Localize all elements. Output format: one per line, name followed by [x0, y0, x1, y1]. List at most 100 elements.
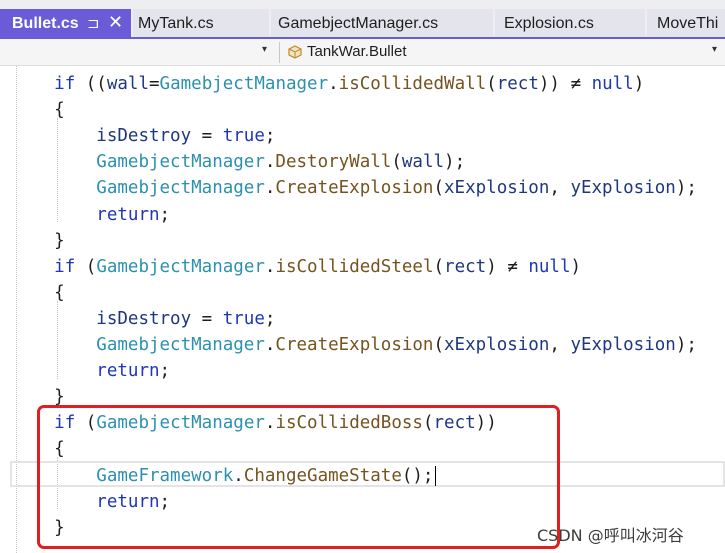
code-token: return	[96, 204, 160, 225]
highlight-annotation-box	[37, 405, 560, 549]
tab-label: MoveThi	[657, 15, 719, 32]
code-token: (	[75, 256, 97, 277]
code-token: ) ≠	[486, 256, 529, 277]
code-line: }	[12, 228, 65, 254]
tab-bullet-cs[interactable]: Bullet.cs ⊐ ✕	[0, 9, 131, 38]
code-token: ,	[549, 178, 571, 199]
code-token: )	[570, 256, 582, 277]
code-token: );	[675, 335, 697, 355]
code-token: }	[12, 230, 65, 251]
code-token: yExplosion	[570, 335, 676, 355]
code-token: )	[633, 74, 645, 94]
member-dropdown-chevron-down-icon[interactable]: ▾	[262, 44, 267, 55]
code-token: return	[96, 361, 160, 382]
code-token: null	[591, 74, 634, 94]
code-token: .	[264, 152, 276, 173]
type-dropdown-chevron-down-icon[interactable]: ▾	[712, 44, 717, 55]
tab-mytank-cs[interactable]: MyTank.cs	[133, 9, 269, 38]
code-token: {	[12, 100, 65, 121]
code-line: if ((wall=GamebjectManager.isCollidedWal…	[12, 71, 644, 97]
navigation-bar: ▾ TankWar.Bullet ▾	[0, 39, 725, 66]
code-token: );	[444, 152, 466, 173]
code-token: (	[433, 335, 445, 355]
code-token: rect	[496, 74, 539, 94]
tab-explosion-cs[interactable]: Explosion.cs	[495, 9, 645, 38]
code-token: =	[191, 308, 223, 329]
tab-gamebjectmanager-cs[interactable]: GamebjectManager.cs	[271, 9, 493, 38]
code-token: );	[675, 178, 697, 199]
code-token: rect	[444, 256, 487, 277]
code-token: isCollidedWall	[338, 74, 487, 94]
code-token: .	[264, 335, 276, 355]
code-token: {	[12, 282, 65, 303]
code-token: wall	[106, 74, 149, 94]
tab-label: Explosion.cs	[504, 15, 594, 32]
code-token: if	[54, 256, 76, 277]
code-token: ,	[549, 335, 571, 355]
code-token: DestoryWall	[275, 152, 392, 173]
code-token: =	[149, 74, 160, 94]
code-token: true	[222, 308, 265, 329]
code-token: GamebjectManager	[96, 178, 265, 199]
code-token: (	[433, 256, 445, 277]
pin-icon[interactable]: ⊐	[87, 9, 100, 38]
close-icon[interactable]: ✕	[108, 9, 123, 37]
code-token: CreateExplosion	[275, 178, 434, 199]
class-path-selector[interactable]: TankWar.Bullet	[307, 43, 407, 60]
tab-bar: Bullet.cs ⊐ ✕ MyTank.cs GamebjectManager…	[0, 0, 725, 39]
code-token: .	[264, 256, 276, 277]
divider	[279, 42, 280, 63]
code-token: (	[391, 152, 402, 173]
code-token: GamebjectManager	[96, 335, 265, 355]
code-token: if	[54, 74, 76, 94]
tab-label: MyTank.cs	[138, 15, 214, 32]
tab-label: Bullet.cs	[12, 15, 79, 32]
code-token: xExplosion	[444, 335, 550, 355]
code-line: return;	[12, 202, 170, 228]
code-token: isCollidedSteel	[275, 256, 434, 277]
code-line: isDestroy = true;	[12, 123, 275, 149]
code-token: isDestroy	[96, 126, 192, 147]
code-token: null	[528, 256, 571, 277]
tab-movething-cs[interactable]: MoveThi	[647, 9, 725, 38]
code-token: yExplosion	[570, 178, 676, 199]
code-token: wall	[401, 152, 445, 173]
code-token: ;	[159, 204, 171, 225]
code-line: GamebjectManager.CreateExplosion(xExplos…	[12, 175, 697, 201]
code-line: GamebjectManager.CreateExplosion(xExplos…	[12, 332, 697, 358]
code-token: =	[191, 126, 223, 147]
code-token: ;	[264, 308, 276, 329]
code-line: if (GamebjectManager.isCollidedSteel(rec…	[12, 254, 581, 280]
code-line: GamebjectManager.DestoryWall(wall);	[12, 149, 465, 175]
code-token: GamebjectManager	[96, 152, 265, 173]
code-token: ((	[75, 74, 107, 94]
code-token: isDestroy	[96, 308, 192, 329]
code-token: ;	[264, 126, 276, 147]
code-token: GamebjectManager	[96, 256, 265, 277]
code-token: CreateExplosion	[275, 335, 434, 355]
code-token: (	[433, 178, 445, 199]
code-line: {	[12, 280, 65, 306]
code-token: (	[486, 74, 497, 94]
code-token: xExplosion	[444, 178, 550, 199]
code-token: .	[328, 74, 339, 94]
code-token: true	[222, 126, 265, 147]
code-token: .	[264, 178, 276, 199]
code-line: isDestroy = true;	[12, 306, 275, 332]
watermark: CSDN @呼叫冰河谷	[537, 526, 684, 545]
class-icon	[288, 45, 302, 59]
code-line: {	[12, 97, 65, 123]
tab-label: GamebjectManager.cs	[278, 15, 439, 32]
code-token: )) ≠	[538, 74, 592, 94]
code-token: GamebjectManager	[159, 74, 329, 94]
code-token: ;	[159, 361, 171, 382]
